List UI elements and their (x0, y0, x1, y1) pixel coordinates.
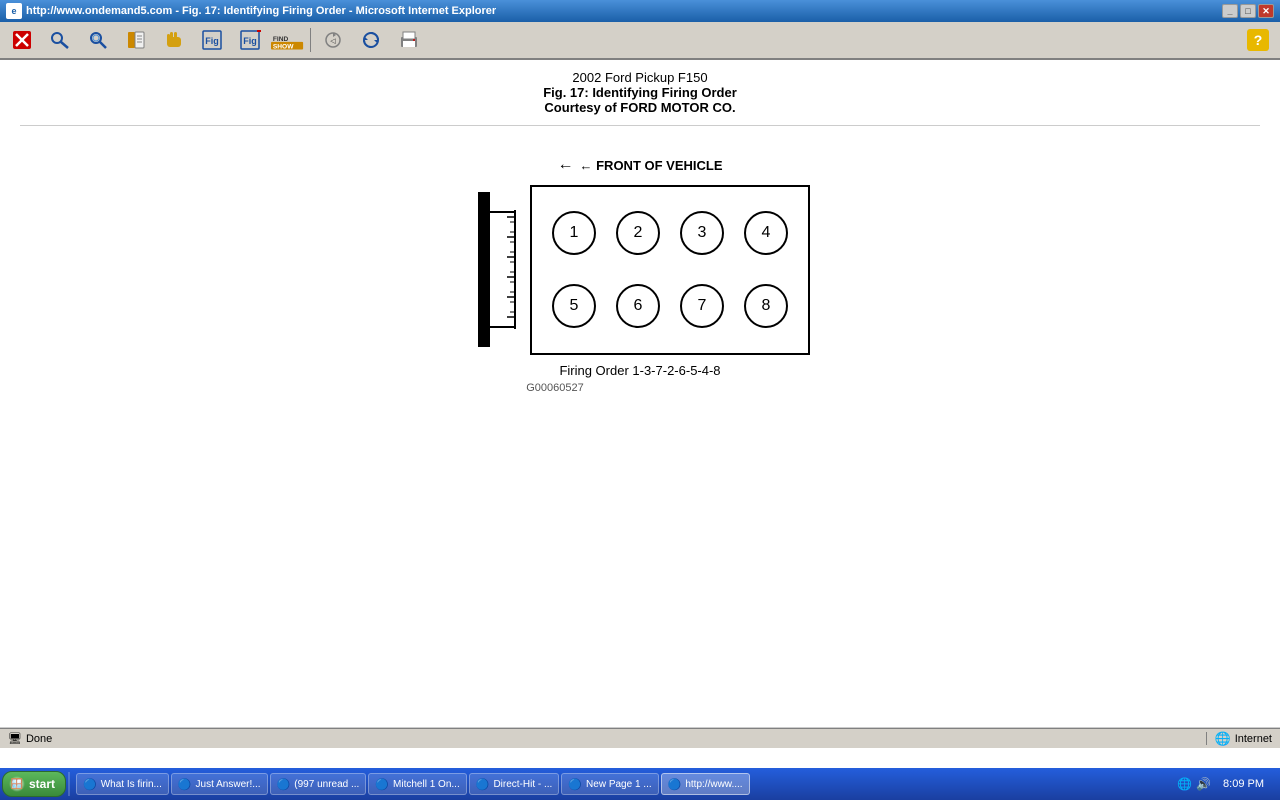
fig-button[interactable]: Fig (194, 25, 230, 55)
tray-icon-1: 🌐 (1177, 777, 1192, 791)
search-button[interactable] (80, 25, 116, 55)
globe-icon: 🌐 (1215, 731, 1231, 747)
taskbar: 🪟 start 🔵 What Is firin... 🔵 Just Answer… (0, 768, 1280, 800)
status-internet: 🌐 Internet (1207, 731, 1280, 747)
close-button[interactable]: ✕ (1258, 4, 1274, 18)
vehicle-title: 2002 Ford Pickup F150 (20, 70, 1260, 85)
svg-text:◁: ◁ (330, 38, 336, 45)
fig2-button[interactable]: Fig (232, 25, 268, 55)
title-bar: e http://www.ondemand5.com - Fig. 17: Id… (0, 0, 1280, 22)
cylinder-5: 5 (552, 284, 596, 328)
hand-button[interactable] (156, 25, 192, 55)
taskbar-item-7-icon: 🔵 (668, 778, 682, 791)
front-label: ← ← FRONT OF VEHICLE (558, 156, 723, 174)
taskbar-item-3-label: (997 unread ... (294, 779, 359, 790)
key-button[interactable] (42, 25, 78, 55)
diagram-code: G00060527 (526, 382, 584, 394)
minimize-button[interactable]: _ (1222, 4, 1238, 18)
help-icon: ? (1247, 29, 1269, 51)
window-title: http://www.ondemand5.com - Fig. 17: Iden… (26, 5, 1222, 17)
courtesy-line: Courtesy of FORD MOTOR CO. (20, 100, 1260, 115)
tray-icon-2: 🔊 (1196, 777, 1211, 791)
refresh-button[interactable] (353, 25, 389, 55)
clock: 8:09 PM (1215, 778, 1272, 790)
maximize-button[interactable]: □ (1240, 4, 1256, 18)
cylinder-2: 2 (616, 211, 660, 255)
taskbar-item-6[interactable]: 🔵 New Page 1 ... (561, 773, 658, 795)
toolbar-separator (310, 28, 311, 52)
taskbar-divider (68, 772, 70, 796)
status-icon: 🖥 (8, 732, 22, 745)
engine-bracket-svg (470, 182, 530, 357)
cylinder-8: 8 (744, 284, 788, 328)
taskbar-item-1[interactable]: 🔵 What Is firin... (76, 773, 169, 795)
cylinder-4: 4 (744, 211, 788, 255)
windows-logo: 🪟 (9, 776, 25, 792)
engine-diagram: 1 2 3 4 5 6 7 8 (470, 182, 810, 357)
taskbar-item-1-label: What Is firin... (101, 779, 162, 790)
cylinder-grid: 1 2 3 4 5 6 7 8 (530, 185, 810, 355)
status-bar: 🖥 Done 🌐 Internet (0, 728, 1280, 748)
taskbar-item-2-icon: 🔵 (178, 778, 192, 791)
taskbar-item-2-label: Just Answer!... (196, 779, 261, 790)
page-header: 2002 Ford Pickup F150 Fig. 17: Identifyi… (20, 70, 1260, 126)
cylinder-7: 7 (680, 284, 724, 328)
taskbar-item-6-icon: 🔵 (568, 778, 582, 791)
taskbar-item-3-icon: 🔵 (277, 778, 291, 791)
content-area: 2002 Ford Pickup F150 Fig. 17: Identifyi… (0, 60, 1280, 728)
taskbar-item-7[interactable]: 🔵 http://www.... (661, 773, 750, 795)
svg-text:Fig: Fig (243, 36, 257, 46)
cylinder-3: 3 (680, 211, 724, 255)
taskbar-item-4-label: Mitchell 1 On... (393, 779, 460, 790)
taskbar-item-1-icon: 🔵 (83, 778, 97, 791)
engine-block: 1 2 3 4 5 6 7 8 (530, 185, 810, 355)
refresh-prev-button[interactable]: ◁ (315, 25, 351, 55)
taskbar-item-5[interactable]: 🔵 Direct-Hit - ... (469, 773, 560, 795)
close-tool-button[interactable] (4, 25, 40, 55)
taskbar-item-7-label: http://www.... (685, 779, 742, 790)
diagram-container: ← ← FRONT OF VEHICLE (20, 156, 1260, 394)
print-button[interactable] (391, 25, 427, 55)
svg-text:Fig: Fig (205, 36, 219, 46)
taskbar-item-4-icon: 🔵 (375, 778, 389, 791)
system-tray: 🌐 🔊 8:09 PM (1171, 777, 1278, 791)
toolbar: Fig Fig FINDSHOW ◁ ? (0, 22, 1280, 60)
firing-order-label: Firing Order 1-3-7-2-6-5-4-8 (559, 363, 720, 378)
book-button[interactable] (118, 25, 154, 55)
help-button[interactable]: ? (1240, 25, 1276, 55)
taskbar-items: 🔵 What Is firin... 🔵 Just Answer!... 🔵 (… (72, 773, 1171, 795)
find-button[interactable]: FINDSHOW (270, 25, 306, 55)
taskbar-item-4[interactable]: 🔵 Mitchell 1 On... (368, 773, 466, 795)
browser-icon: e (6, 3, 22, 19)
engine-left-side (470, 182, 530, 357)
arrow-left-icon: ← (558, 156, 574, 174)
taskbar-item-3[interactable]: 🔵 (997 unread ... (270, 773, 367, 795)
taskbar-item-5-label: Direct-Hit - ... (493, 779, 552, 790)
start-button[interactable]: 🪟 start (2, 771, 66, 797)
figure-title: Fig. 17: Identifying Firing Order (20, 85, 1260, 100)
taskbar-item-2[interactable]: 🔵 Just Answer!... (171, 773, 268, 795)
status-done: 🖥 Done (0, 732, 1207, 745)
taskbar-item-6-label: New Page 1 ... (586, 779, 652, 790)
cylinder-6: 6 (616, 284, 660, 328)
window-controls[interactable]: _ □ ✕ (1222, 4, 1274, 18)
svg-text:SHOW: SHOW (273, 44, 294, 51)
cylinder-1: 1 (552, 211, 596, 255)
taskbar-item-5-icon: 🔵 (476, 778, 490, 791)
